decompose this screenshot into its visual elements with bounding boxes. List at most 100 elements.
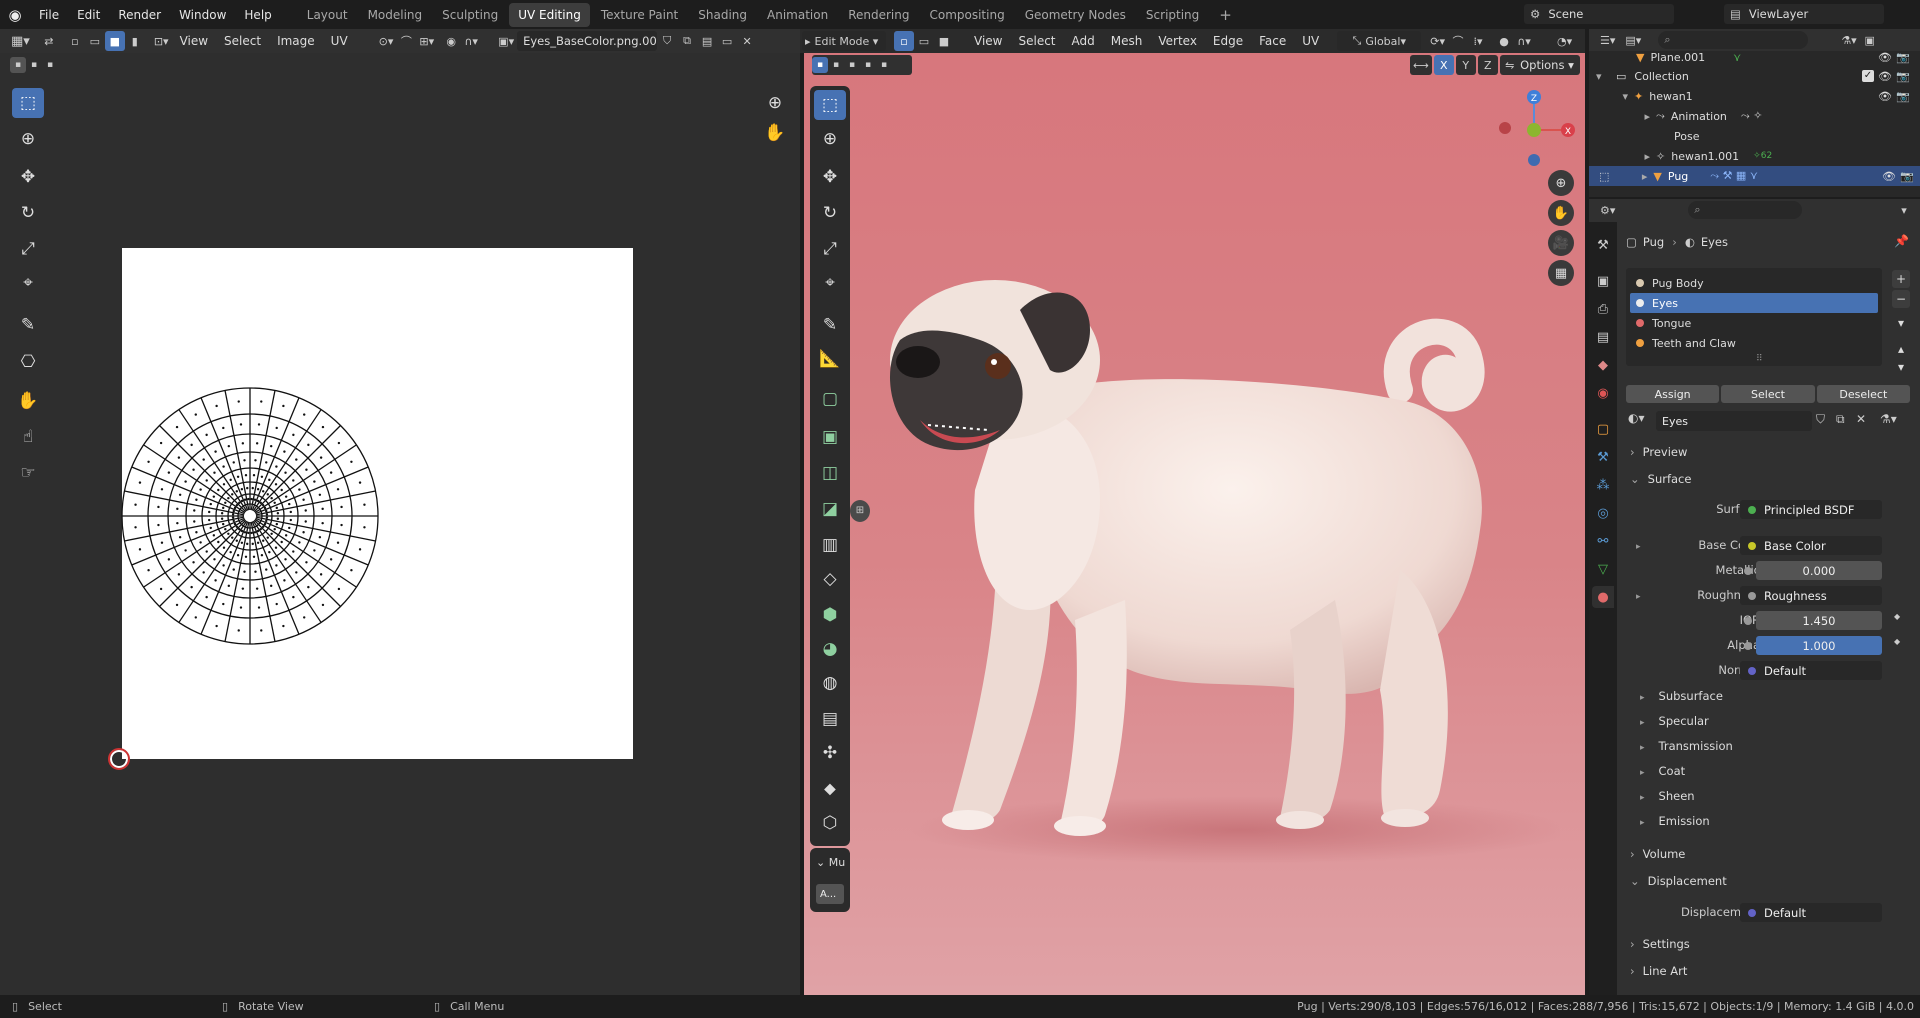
falloff-icon[interactable]: ∩▾ [461, 31, 481, 51]
scale-tool-icon[interactable]: ⤢ [12, 234, 44, 264]
remove-slot-button[interactable]: − [1892, 290, 1910, 308]
surface-panel-header[interactable]: ⌄ Surface [1630, 472, 1906, 486]
world-tab-icon[interactable]: ◉ [1592, 382, 1614, 404]
material-tab-icon[interactable]: ● [1592, 586, 1614, 608]
last-operator-toggle[interactable]: ⌄ Mu [816, 856, 845, 869]
render-camera-icon[interactable]: 📷 [1896, 70, 1910, 83]
vp-scale-tool-icon[interactable]: ⤢ [814, 234, 846, 264]
edge-select-icon[interactable]: ▭ [85, 31, 105, 51]
include-checkbox[interactable]: ✓ [1862, 70, 1874, 82]
tab-rendering[interactable]: Rendering [839, 3, 918, 27]
vp-menu-vertex[interactable]: Vertex [1150, 34, 1205, 48]
grab-tool-icon[interactable]: ✋ [12, 386, 44, 416]
visibility-eye-icon[interactable]: 👁 [1878, 70, 1892, 83]
tab-sculpting[interactable]: Sculpting [433, 3, 507, 27]
pinch-tool-icon[interactable]: ☞ [12, 458, 44, 488]
transform-orientation-selector[interactable]: ⤡ Global ▾ [1337, 31, 1422, 51]
inset-tool-icon[interactable]: ◫ [814, 458, 846, 488]
viewlayer-selector[interactable]: ▤ ViewLayer [1724, 4, 1884, 24]
keyframe-dot-icon[interactable]: ◆ [1894, 637, 1900, 646]
vp-menu-uv[interactable]: UV [1294, 34, 1327, 48]
last-operator-button[interactable]: A... [816, 884, 844, 904]
duplicate-image-icon[interactable]: ⧉ [677, 31, 697, 51]
snap-toggle-icon[interactable]: ⌒ [1448, 31, 1468, 51]
menu-help[interactable]: Help [235, 0, 280, 30]
uv-menu-select[interactable]: Select [216, 34, 269, 48]
vp-rotate-tool-icon[interactable]: ↻ [814, 198, 846, 228]
ior-slider[interactable]: 1.450 [1756, 611, 1882, 630]
vp-intersect-selection-icon[interactable]: ▪ [876, 57, 892, 73]
alpha-slider[interactable]: 1.000 [1756, 636, 1882, 655]
zoom-icon[interactable]: ⊕ [762, 88, 788, 118]
sync-selection-icon[interactable]: ⇄ [39, 31, 59, 51]
tab-layout[interactable]: Layout [298, 3, 357, 27]
vp-new-selection-icon[interactable]: ▪ [812, 57, 828, 73]
vp-menu-add[interactable]: Add [1064, 34, 1103, 48]
loop-cut-tool-icon[interactable]: ▥ [814, 530, 846, 560]
material-browse-icon[interactable]: ◐▾ [1628, 411, 1645, 425]
uv-menu-view[interactable]: View [172, 34, 216, 48]
tab-shading[interactable]: Shading [689, 3, 756, 27]
island-select-icon[interactable]: ▮ [125, 31, 145, 51]
data-tab-icon[interactable]: ▽ [1592, 558, 1614, 580]
spin-tool-icon[interactable]: ◕ [814, 634, 846, 664]
outliner-row-hewan1[interactable]: ▾ ✦ hewan1 👁 📷 [1596, 86, 1916, 106]
tab-uv-editing[interactable]: UV Editing [509, 3, 590, 27]
volume-panel-header[interactable]: › Volume [1630, 847, 1906, 861]
subpanel-sheen[interactable]: Sheen [1640, 789, 1695, 803]
list-resize-handle[interactable]: ⠿ [1756, 354, 1763, 364]
outliner-row-animation[interactable]: ▸ ⤳ Animation ⤳ ✧ [1596, 106, 1916, 126]
visibility-eye-icon[interactable]: 👁 [1878, 51, 1892, 64]
menu-window[interactable]: Window [170, 0, 235, 30]
particles-tab-icon[interactable]: ⁂ [1592, 474, 1614, 496]
rip-tool-icon[interactable]: ⎔ [12, 347, 44, 377]
material-name-field[interactable]: Eyes [1656, 411, 1812, 431]
pivot-point-icon[interactable]: ⟳▾ [1427, 31, 1448, 51]
unlink-image-icon[interactable]: ✕ [737, 31, 757, 51]
open-folder-icon[interactable]: ▭ [717, 31, 737, 51]
select-box-tool-icon[interactable]: ⬚ [12, 88, 44, 118]
outliner-row-collection[interactable]: ▾ ▭ Collection ✓ 👁 📷 [1596, 66, 1916, 86]
tab-compositing[interactable]: Compositing [920, 3, 1013, 27]
slot-specials-icon[interactable]: ▾ [1892, 314, 1910, 332]
properties-options-icon[interactable]: ▾ [1894, 200, 1914, 220]
vp-menu-face[interactable]: Face [1251, 34, 1294, 48]
edit-mode-icon[interactable]: ⬚ [1599, 170, 1609, 183]
fake-user-shield-icon[interactable]: ⛉ [1816, 412, 1825, 427]
keyframe-dot-icon[interactable]: ◆ [1894, 612, 1900, 621]
vp-pan-icon[interactable]: ✋ [1548, 200, 1574, 226]
scene-tab-icon[interactable]: ◆ [1592, 354, 1614, 376]
vp-cursor-tool-icon[interactable]: ⊕ [814, 124, 846, 154]
image-browse-icon[interactable]: ▣▾ [495, 31, 517, 51]
mirror-x-button[interactable]: X [1433, 55, 1454, 75]
physics-tab-icon[interactable]: ◎ [1592, 502, 1614, 524]
alpha-socket[interactable] [1740, 636, 1756, 655]
proportional-toggle-icon[interactable]: ● [1494, 31, 1514, 51]
vp-invert-selection-icon[interactable]: ▪ [860, 57, 876, 73]
relax-tool-icon[interactable]: ☝ [12, 422, 44, 452]
edge-mode-icon[interactable]: ▭ [914, 31, 934, 51]
vp-select-tool-icon[interactable]: ⬚ [814, 90, 846, 120]
render-camera-icon[interactable]: 📷 [1900, 170, 1914, 183]
move-slot-up-icon[interactable]: ▴ [1892, 340, 1910, 358]
ior-socket[interactable] [1740, 611, 1756, 630]
shear-tool-icon[interactable]: ⬥ [814, 774, 846, 804]
render-tab-icon[interactable]: ▣ [1592, 270, 1614, 292]
rip-region-tool-icon[interactable]: ⬡ [814, 808, 846, 838]
outliner-row-hewan1-001[interactable]: ▸ ✧ hewan1.001 ✧62 [1596, 146, 1916, 166]
vp-menu-select[interactable]: Select [1010, 34, 1063, 48]
move-tool-icon[interactable]: ✥ [12, 162, 44, 192]
move-slot-down-icon[interactable]: ▾ [1892, 358, 1910, 376]
view-layer-tab-icon[interactable]: ▤ [1592, 326, 1614, 348]
subpanel-specular[interactable]: Specular [1640, 714, 1709, 728]
metallic-slider[interactable]: 0.000 [1756, 561, 1882, 580]
camera-view-icon[interactable]: 🎥 [1548, 230, 1574, 256]
preview-panel-header[interactable]: › Preview [1630, 445, 1906, 459]
tool-tab-icon[interactable]: ⚒ [1592, 234, 1614, 256]
subpanel-emission[interactable]: Emission [1640, 814, 1710, 828]
vp-zoom-icon[interactable]: ⊕ [1548, 170, 1574, 196]
snap-mode-icon[interactable]: ⁞▾ [1468, 31, 1488, 51]
uv-mesh-grid[interactable] [118, 384, 382, 648]
tab-geometry-nodes[interactable]: Geometry Nodes [1016, 3, 1135, 27]
outliner-row-plane[interactable]: ▼ Plane.001 ⋎ 👁 📷 [1596, 47, 1916, 67]
